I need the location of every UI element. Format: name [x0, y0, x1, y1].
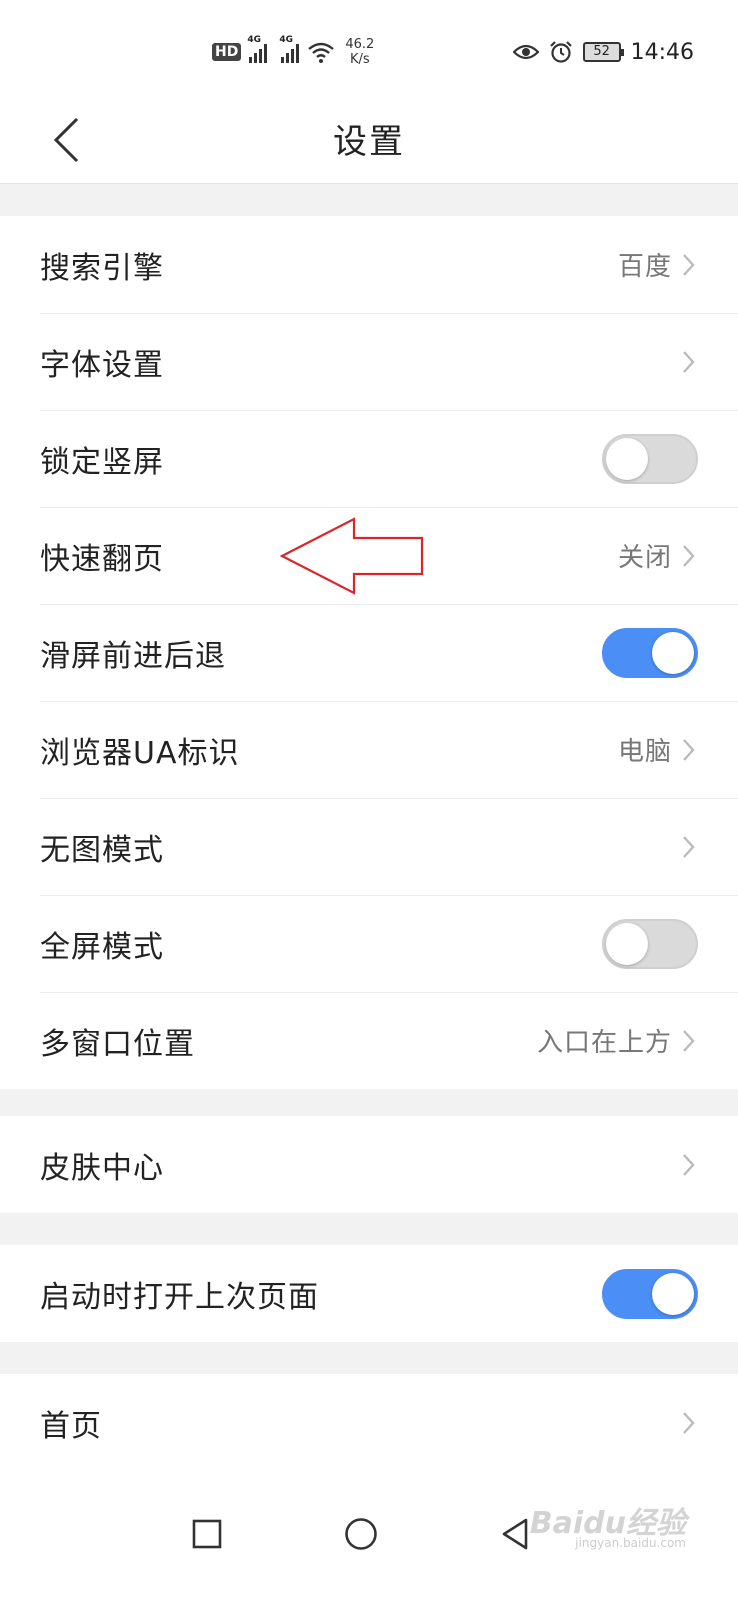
status-right: 52 14:46 [512, 36, 694, 68]
setting-multi-window-position[interactable]: 多窗口位置 入口在上方 [0, 992, 738, 1089]
setting-label: 浏览器UA标识 [40, 735, 240, 771]
battery-icon: 52 [582, 42, 624, 62]
setting-skin-center[interactable]: 皮肤中心 [0, 1116, 738, 1213]
setting-label: 快速翻页 [40, 541, 164, 577]
setting-fullscreen: 全屏模式 [0, 895, 738, 992]
eye-icon [512, 44, 539, 60]
annotation-arrow-icon [279, 517, 424, 595]
setting-value-group [678, 348, 698, 376]
settings-group-home: 首页 [0, 1374, 738, 1471]
watermark-url: jingyan.baidu.com [575, 1536, 686, 1550]
chevron-right-icon [683, 253, 695, 276]
recent-apps-button[interactable] [179, 1506, 235, 1562]
chevron-right-icon [683, 1153, 695, 1176]
chevron-right-icon [683, 738, 695, 761]
chevron-right-icon [683, 544, 695, 567]
recent-apps-icon [192, 1519, 222, 1549]
settings-group-startup: 启动时打开上次页面 [0, 1245, 738, 1342]
toggle-knob [606, 437, 648, 480]
header: 设置 [0, 96, 738, 184]
setting-value: 电脑 [617, 737, 672, 767]
clock: 14:46 [630, 39, 694, 65]
net-speed-value: 46.2 [345, 37, 375, 52]
chevron-right-icon [683, 350, 695, 373]
setting-value-group: 电脑 [618, 731, 698, 768]
settings-group-skin: 皮肤中心 [0, 1116, 738, 1213]
back-icon [502, 1518, 528, 1550]
toggle-knob [606, 922, 648, 965]
setting-value-group: 关闭 [618, 537, 698, 574]
alarm-icon [549, 41, 572, 63]
setting-label: 首页 [40, 1408, 102, 1444]
baidu-watermark: Baidu经验 jingyan.baidu.com [530, 1498, 686, 1550]
setting-value-group: 入口在上方 [537, 1022, 698, 1059]
toggle-knob [652, 631, 694, 674]
chevron-right-icon [683, 1029, 695, 1052]
setting-restore-last-page: 启动时打开上次页面 [0, 1245, 738, 1342]
status-left: HD 4G 4G 46.2 K/s [212, 34, 374, 70]
status-bar: HD 4G 4G 46.2 K/s 52 14:46 [0, 0, 738, 96]
setting-no-image-mode[interactable]: 无图模式 [0, 798, 738, 895]
restore-last-page-toggle[interactable] [602, 1268, 698, 1319]
page-title: 设置 [333, 122, 405, 162]
lock-portrait-toggle[interactable] [602, 433, 698, 484]
signal-icon: 4G [247, 35, 268, 63]
signal-icon: 4G [279, 35, 300, 63]
setting-value-group [678, 833, 698, 861]
chevron-right-icon [683, 1411, 695, 1434]
swipe-navigation-toggle[interactable] [602, 627, 698, 678]
setting-label: 滑屏前进后退 [40, 638, 226, 674]
setting-label: 皮肤中心 [40, 1150, 164, 1186]
setting-value: 关闭 [617, 543, 672, 573]
net-speed: 46.2 K/s [345, 37, 374, 67]
setting-search-engine[interactable]: 搜索引擎 百度 [0, 216, 738, 313]
setting-value: 百度 [617, 252, 672, 282]
settings-group-general: 搜索引擎 百度 字体设置 锁定竖屏 快速翻页 关闭 滑屏前进后退 浏览器UA标识… [0, 216, 738, 1089]
home-button[interactable] [333, 1506, 389, 1562]
setting-font[interactable]: 字体设置 [0, 313, 738, 410]
setting-label: 搜索引擎 [40, 250, 164, 286]
net-speed-unit: K/s [349, 52, 370, 67]
signal-tag: 4G [247, 35, 261, 45]
setting-value-group [678, 1409, 698, 1437]
setting-homepage[interactable]: 首页 [0, 1374, 738, 1471]
setting-label: 无图模式 [40, 832, 164, 868]
setting-swipe-navigation: 滑屏前进后退 [0, 604, 738, 701]
signal-tag: 4G [279, 35, 293, 45]
setting-label: 全屏模式 [40, 929, 164, 965]
setting-value: 入口在上方 [536, 1028, 672, 1058]
home-icon [345, 1518, 377, 1550]
setting-label: 多窗口位置 [40, 1026, 195, 1062]
hd-icon: HD [212, 43, 242, 61]
setting-user-agent[interactable]: 浏览器UA标识 电脑 [0, 701, 738, 798]
setting-lock-portrait: 锁定竖屏 [0, 410, 738, 507]
wifi-icon [308, 42, 335, 63]
fullscreen-toggle[interactable] [602, 918, 698, 969]
setting-label: 字体设置 [40, 347, 164, 383]
setting-label: 启动时打开上次页面 [40, 1279, 319, 1315]
setting-label: 锁定竖屏 [40, 444, 164, 480]
setting-value-group: 百度 [618, 246, 698, 283]
chevron-right-icon [683, 835, 695, 858]
toggle-knob [652, 1272, 694, 1315]
setting-value-group [678, 1151, 698, 1179]
